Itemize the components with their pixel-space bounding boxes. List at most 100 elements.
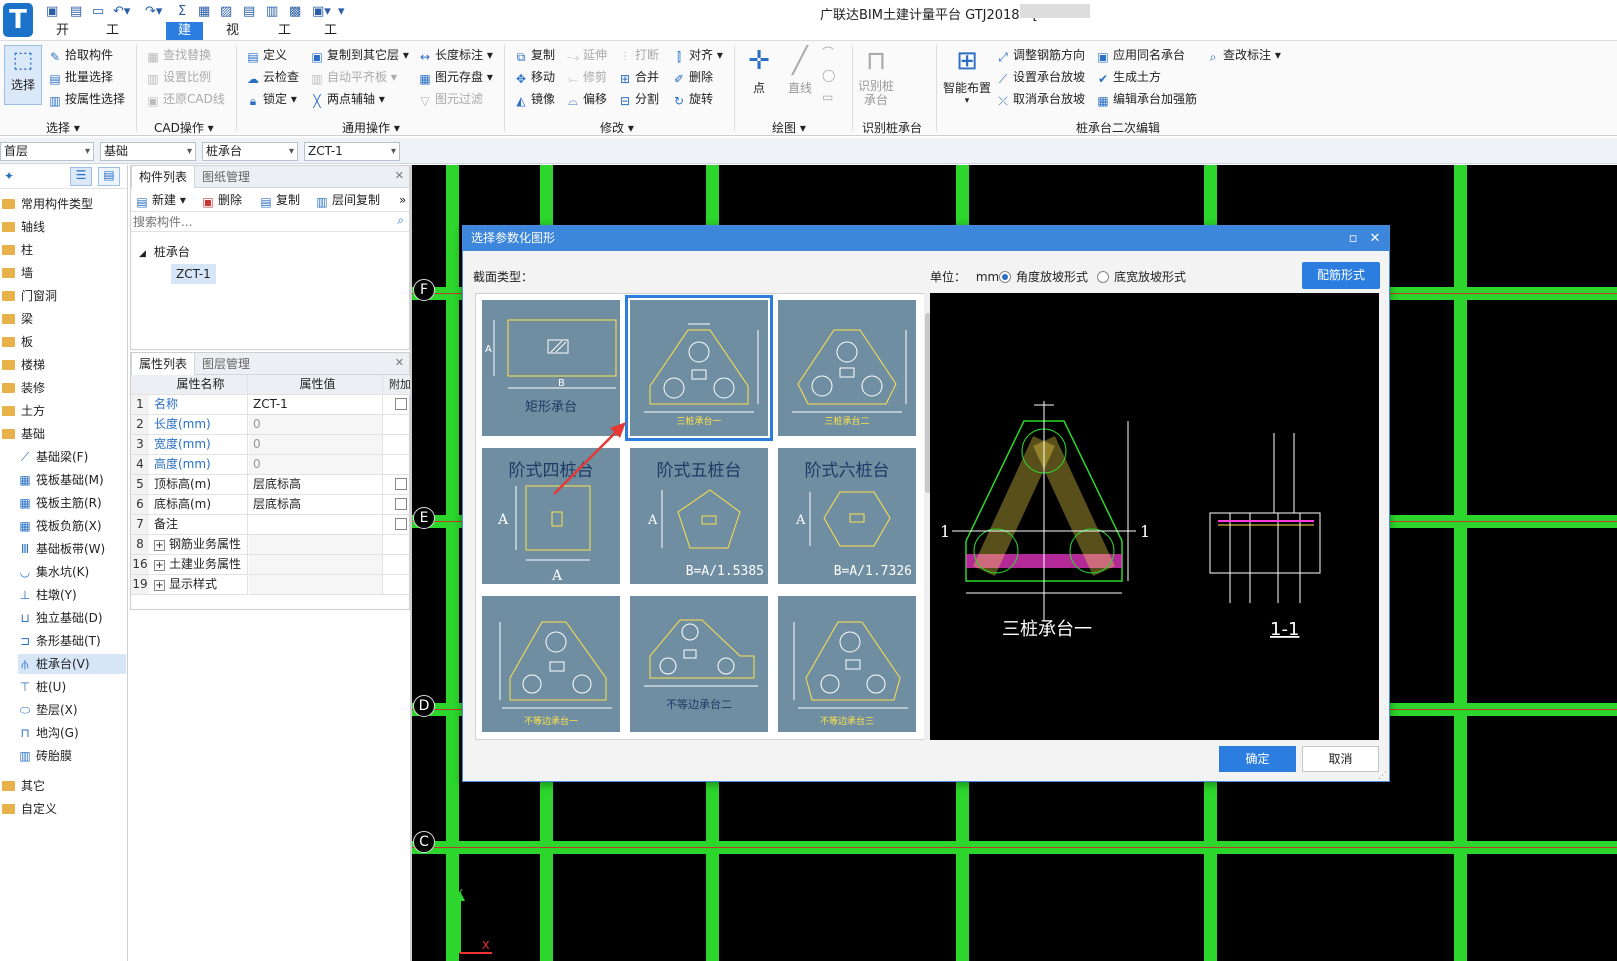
- rotate-button[interactable]: ↻ 旋转: [672, 91, 713, 108]
- select-button[interactable]: ⬚ 选择: [4, 45, 42, 105]
- rebar-config-button[interactable]: 配筋形式: [1302, 262, 1380, 289]
- close-icon[interactable]: ✕: [395, 169, 404, 182]
- export-icon[interactable]: ▣▾: [312, 4, 331, 19]
- auto-level-button[interactable]: ▥ 自动平齐板 ▾: [310, 69, 397, 86]
- table-row[interactable]: 16 + 土建业务属性: [131, 555, 410, 575]
- tree-item-brick-mold[interactable]: ▥ 砖胎膜: [18, 746, 72, 766]
- tree-item-raft[interactable]: ▦ 筏板基础(M): [18, 470, 103, 490]
- set-scale-button[interactable]: ▥ 设置比例: [146, 69, 211, 86]
- tree-item-strip[interactable]: ⊐ 条形基础(T): [18, 631, 101, 651]
- copy-to-layer-button[interactable]: ▣ 复制到其它层 ▾: [310, 47, 409, 64]
- identify-pile-cap-button[interactable]: ⊓ 识别桩承台: [856, 45, 896, 107]
- tree-item-pile-cap[interactable]: ⫛ 桩承台(V): [18, 654, 126, 674]
- table-row[interactable]: 2 长度(mm) 0: [131, 415, 410, 435]
- select-by-property-button[interactable]: ▥ 按属性选择: [48, 91, 125, 108]
- close-icon[interactable]: ✕: [1365, 226, 1385, 251]
- tree-item-pedestal[interactable]: ⊥ 柱墩(Y): [18, 585, 77, 605]
- menu-view[interactable]: 视图: [214, 22, 251, 56]
- save-element-button[interactable]: ▦ 图元存盘 ▾: [418, 69, 493, 86]
- tab-drawing-manage[interactable]: 图纸管理: [195, 166, 257, 188]
- table-row[interactable]: 3 宽度(mm) 0: [131, 435, 410, 455]
- tab-layer-manage[interactable]: 图层管理: [195, 353, 257, 375]
- tree-item-isolated[interactable]: ⊔ 独立基础(D): [18, 608, 102, 628]
- table-row[interactable]: 19 + 显示样式: [131, 575, 410, 595]
- adjust-rebar-button[interactable]: ⤢ 调整钢筋方向: [996, 47, 1085, 64]
- menu-start[interactable]: 开始: [44, 22, 81, 56]
- offset-button[interactable]: ⌓ 偏移: [566, 91, 607, 108]
- copy-component-button[interactable]: ▤ 复制: [259, 192, 300, 209]
- tree-item-trench[interactable]: ⊓ 地沟(G): [18, 723, 78, 743]
- merge-button[interactable]: ⊞ 合并: [618, 69, 659, 86]
- list-view-icon[interactable]: ☰: [70, 167, 92, 186]
- tree-item-slab-strip[interactable]: Ⅲ 基础板带(W): [18, 539, 105, 559]
- tree-item-earthwork[interactable]: 土方: [2, 401, 45, 421]
- break-button[interactable]: ⫶ 打断: [618, 47, 659, 64]
- table-row[interactable]: 5 顶标高(m) 层底标高: [131, 475, 410, 495]
- tree-item-opening[interactable]: 门窗洞: [2, 286, 57, 306]
- open-icon[interactable]: ▭: [92, 4, 104, 19]
- set-slope-button[interactable]: ⟋ 设置承台放坡: [996, 69, 1085, 86]
- delete-component-button[interactable]: ▣ 删除: [201, 192, 242, 209]
- length-mark-button[interactable]: ↔ 长度标注 ▾: [418, 47, 493, 64]
- tree-item-pile[interactable]: ⊤ 桩(U): [18, 677, 66, 697]
- tree-item-raft-main-rebar[interactable]: ▦ 筏板主筋(R): [18, 493, 101, 513]
- extend-button[interactable]: ⤍ 延伸: [566, 47, 607, 64]
- table-row[interactable]: 4 高度(mm) 0: [131, 455, 410, 475]
- component-select[interactable]: ZCT-1: [304, 142, 400, 161]
- save-icon[interactable]: ▣: [46, 4, 58, 19]
- layer-copy-button[interactable]: ▥ 层间复制: [315, 192, 380, 209]
- circle-icon[interactable]: ◯: [822, 67, 835, 83]
- define-button[interactable]: ▤ 定义: [246, 47, 287, 64]
- cancel-button[interactable]: 取消: [1302, 746, 1379, 772]
- tree-item-raft-neg-rebar[interactable]: ▦ 筏板负筋(X): [18, 516, 101, 536]
- generate-earthwork-button[interactable]: ✔ 生成土方: [1096, 69, 1161, 86]
- tree-item-foundation-beam[interactable]: ⟋ 基础梁(F): [18, 447, 88, 467]
- tree-item-other[interactable]: 其它: [2, 776, 45, 796]
- apply-same-name-button[interactable]: ▣ 应用同名承台: [1096, 47, 1185, 64]
- sparkle-icon[interactable]: ✦: [4, 169, 14, 183]
- type-select[interactable]: 桩承台: [202, 142, 298, 161]
- trim-button[interactable]: ⤚ 修剪: [566, 69, 607, 86]
- menu-quantity[interactable]: 工程量: [312, 22, 349, 74]
- element-filter-button[interactable]: ▽ 图元过滤: [418, 91, 483, 108]
- check-icon[interactable]: ▤: [243, 4, 255, 19]
- tree-item-wall[interactable]: 墙: [2, 263, 33, 283]
- checkbox[interactable]: [395, 518, 407, 530]
- tab-property-list[interactable]: 属性列表: [131, 353, 196, 375]
- grid-icon[interactable]: ▩: [289, 4, 301, 19]
- new-icon[interactable]: ▤: [70, 4, 82, 19]
- maximize-icon[interactable]: ▫: [1343, 226, 1363, 251]
- cloud-check-button[interactable]: ☁ 云检查: [246, 69, 299, 86]
- delete-button[interactable]: ✐ 删除: [672, 69, 713, 86]
- checkbox[interactable]: [395, 478, 407, 490]
- table-row[interactable]: 7 备注: [131, 515, 410, 535]
- floor-select[interactable]: 首层: [0, 142, 94, 161]
- menu-project-settings[interactable]: 工程设置: [94, 22, 131, 92]
- point-button[interactable]: ✛ 点: [744, 45, 774, 96]
- tree-item-column[interactable]: 柱: [2, 240, 33, 260]
- table-row[interactable]: 6 底标高(m) 层底标高: [131, 495, 410, 515]
- radio-angle-slope[interactable]: 角度放坡形式: [999, 268, 1088, 285]
- mirror-button[interactable]: ◭ 镜像: [514, 91, 555, 108]
- split-button[interactable]: ⊟ 分割: [618, 91, 659, 108]
- search-input[interactable]: [133, 213, 389, 230]
- copy-button[interactable]: ⧉ 复制: [514, 47, 555, 64]
- more-icon[interactable]: »: [399, 192, 406, 208]
- sum-icon[interactable]: Σ: [178, 4, 186, 19]
- calc-icon[interactable]: ▦: [198, 4, 210, 19]
- smart-layout-button[interactable]: ⊞ 智能布置 ▾: [940, 45, 994, 106]
- lock-button[interactable]: 🔒︎ 锁定 ▾: [246, 91, 297, 108]
- checkbox[interactable]: [395, 398, 407, 410]
- tree-item-axis[interactable]: 轴线: [2, 217, 45, 237]
- pick-component-button[interactable]: ✎ 拾取构件: [48, 47, 113, 64]
- customize-icon[interactable]: ▾: [338, 4, 345, 19]
- restore-cad-button[interactable]: ▣ 还原CAD线: [146, 91, 225, 108]
- tile-view-icon[interactable]: ▤: [98, 167, 120, 186]
- resize-grip-icon[interactable]: ⋰: [1378, 771, 1387, 781]
- table-row[interactable]: 8 + 钢筋业务属性: [131, 535, 410, 555]
- table-row[interactable]: 1 名称 ZCT-1: [131, 395, 410, 415]
- menu-tools[interactable]: 工具: [266, 22, 303, 56]
- menu-modeling[interactable]: 建模: [166, 22, 204, 56]
- ok-button[interactable]: 确定: [1219, 746, 1296, 772]
- tree-item-custom[interactable]: 自定义: [2, 799, 57, 819]
